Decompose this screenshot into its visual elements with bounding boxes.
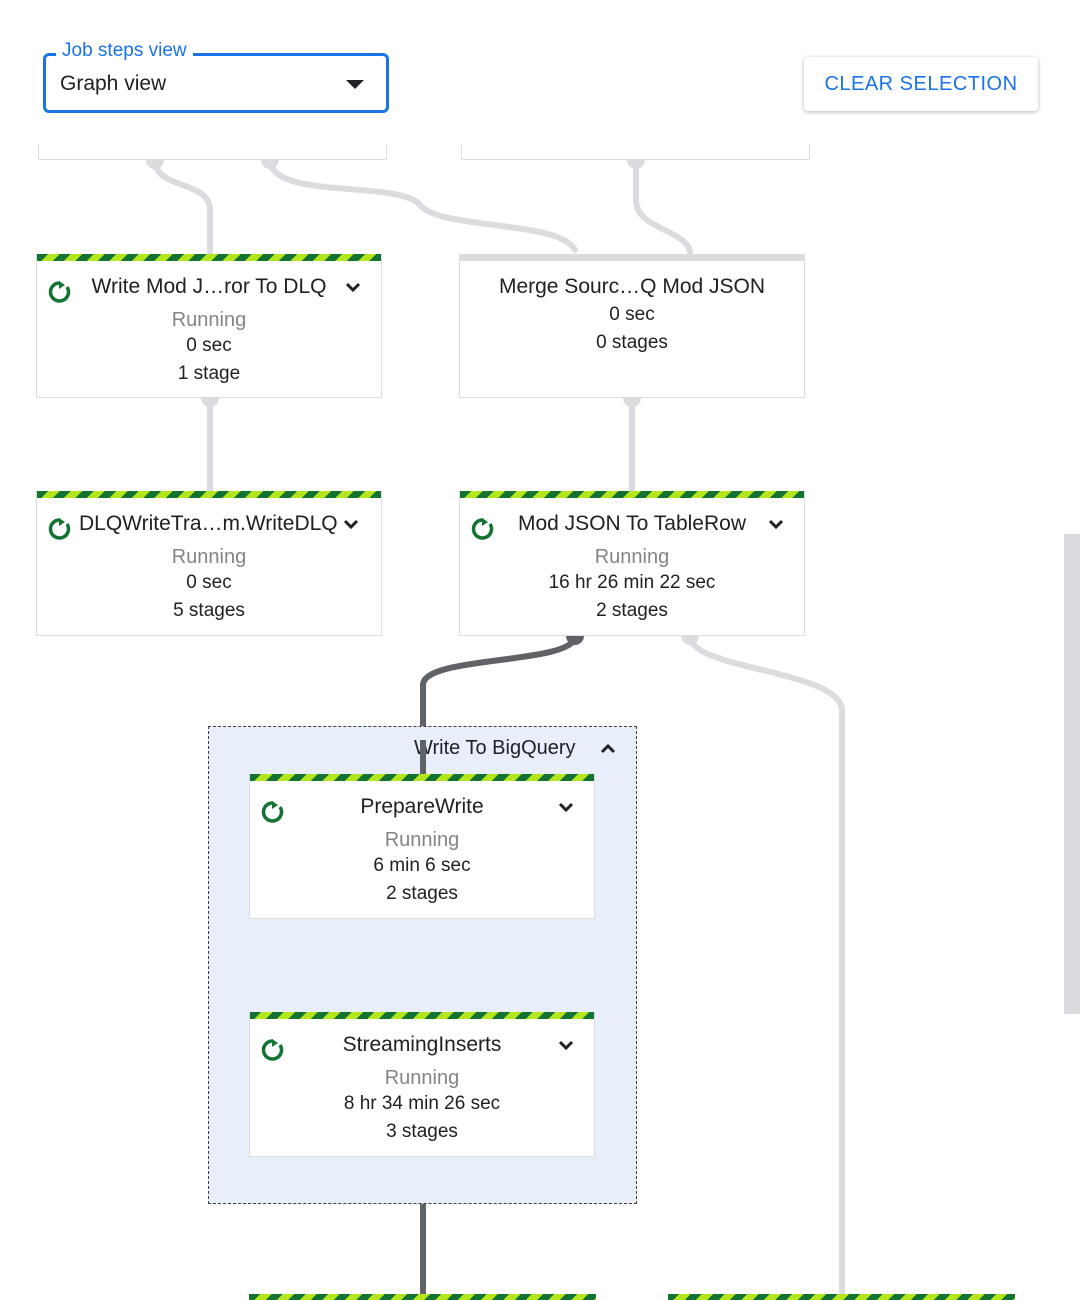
chevron-down-icon[interactable]: [766, 514, 786, 534]
dropdown-arrow-icon: [346, 80, 364, 89]
running-icon: [48, 281, 71, 303]
running-progress-stripe: [250, 774, 594, 781]
step-status: Running: [171, 309, 247, 331]
chevron-down-icon[interactable]: [556, 1035, 576, 1055]
running-icon: [471, 518, 494, 540]
node-top-bar: [460, 254, 804, 261]
step-status: Running: [594, 546, 670, 568]
vertical-scrollbar[interactable]: [1064, 534, 1080, 1014]
chevron-down-icon[interactable]: [343, 277, 363, 297]
chevron-down-icon[interactable]: [341, 514, 361, 534]
step-duration: 6 min 6 sec: [373, 855, 471, 876]
step-node[interactable]: Write Mod J…ror To DLQ Running 0 sec 1 s…: [36, 254, 382, 398]
step-title: Write Mod J…ror To DLQ: [91, 275, 327, 298]
running-progress-stripe: [37, 491, 381, 498]
step-title: DLQWriteTra…m.WriteDLQ: [79, 512, 338, 535]
step-duration: 0 sec: [186, 335, 232, 356]
chevron-down-icon[interactable]: [556, 797, 576, 817]
running-icon: [261, 801, 284, 823]
step-status: Running: [171, 546, 247, 568]
step-node[interactable]: DLQWriteTra…m.WriteDLQ Running 0 sec 5 s…: [36, 491, 382, 636]
step-node[interactable]: PrepareWrite Running 6 min 6 sec 2 stage…: [249, 774, 595, 919]
step-title: Merge Sourc…Q Mod JSON: [498, 275, 766, 298]
running-progress-stripe: [460, 491, 804, 498]
job-steps-view-select[interactable]: Job steps view Graph view: [43, 40, 389, 113]
partial-card-bottom-right[interactable]: [668, 1294, 1015, 1300]
select-value: Graph view: [60, 72, 167, 95]
running-icon: [48, 518, 71, 540]
step-duration: 0 sec: [186, 572, 232, 593]
step-duration: 16 hr 26 min 22 sec: [548, 572, 716, 593]
step-stages: 3 stages: [386, 1121, 458, 1142]
step-status: Running: [384, 829, 460, 851]
step-duration: 0 sec: [609, 304, 655, 325]
chevron-up-icon[interactable]: [598, 739, 618, 759]
running-progress-stripe: [250, 1012, 594, 1019]
running-icon: [261, 1039, 284, 1061]
running-progress-stripe: [37, 254, 381, 261]
step-title: StreamingInserts: [342, 1033, 502, 1056]
step-node[interactable]: Mod JSON To TableRow Running 16 hr 26 mi…: [459, 491, 805, 636]
partial-card-bottom-left[interactable]: [249, 1294, 596, 1300]
select-label: Job steps view: [56, 40, 193, 62]
clear-selection-button[interactable]: CLEAR SELECTION: [804, 57, 1038, 111]
step-stages: 2 stages: [596, 600, 668, 621]
step-stages: 2 stages: [386, 883, 458, 904]
step-stages: 0 stages: [596, 332, 668, 353]
group-title: Write To BigQuery: [414, 737, 576, 759]
step-duration: 8 hr 34 min 26 sec: [343, 1093, 501, 1114]
step-title: Mod JSON To TableRow: [518, 512, 746, 535]
step-node[interactable]: Merge Sourc…Q Mod JSON 0 sec 0 stages: [459, 254, 805, 398]
step-title: PrepareWrite: [360, 795, 484, 818]
step-node[interactable]: StreamingInserts Running 8 hr 34 min 26 …: [249, 1012, 595, 1157]
step-stages: 1 stage: [177, 363, 241, 384]
step-stages: 5 stages: [173, 600, 245, 621]
step-status: Running: [384, 1067, 460, 1089]
